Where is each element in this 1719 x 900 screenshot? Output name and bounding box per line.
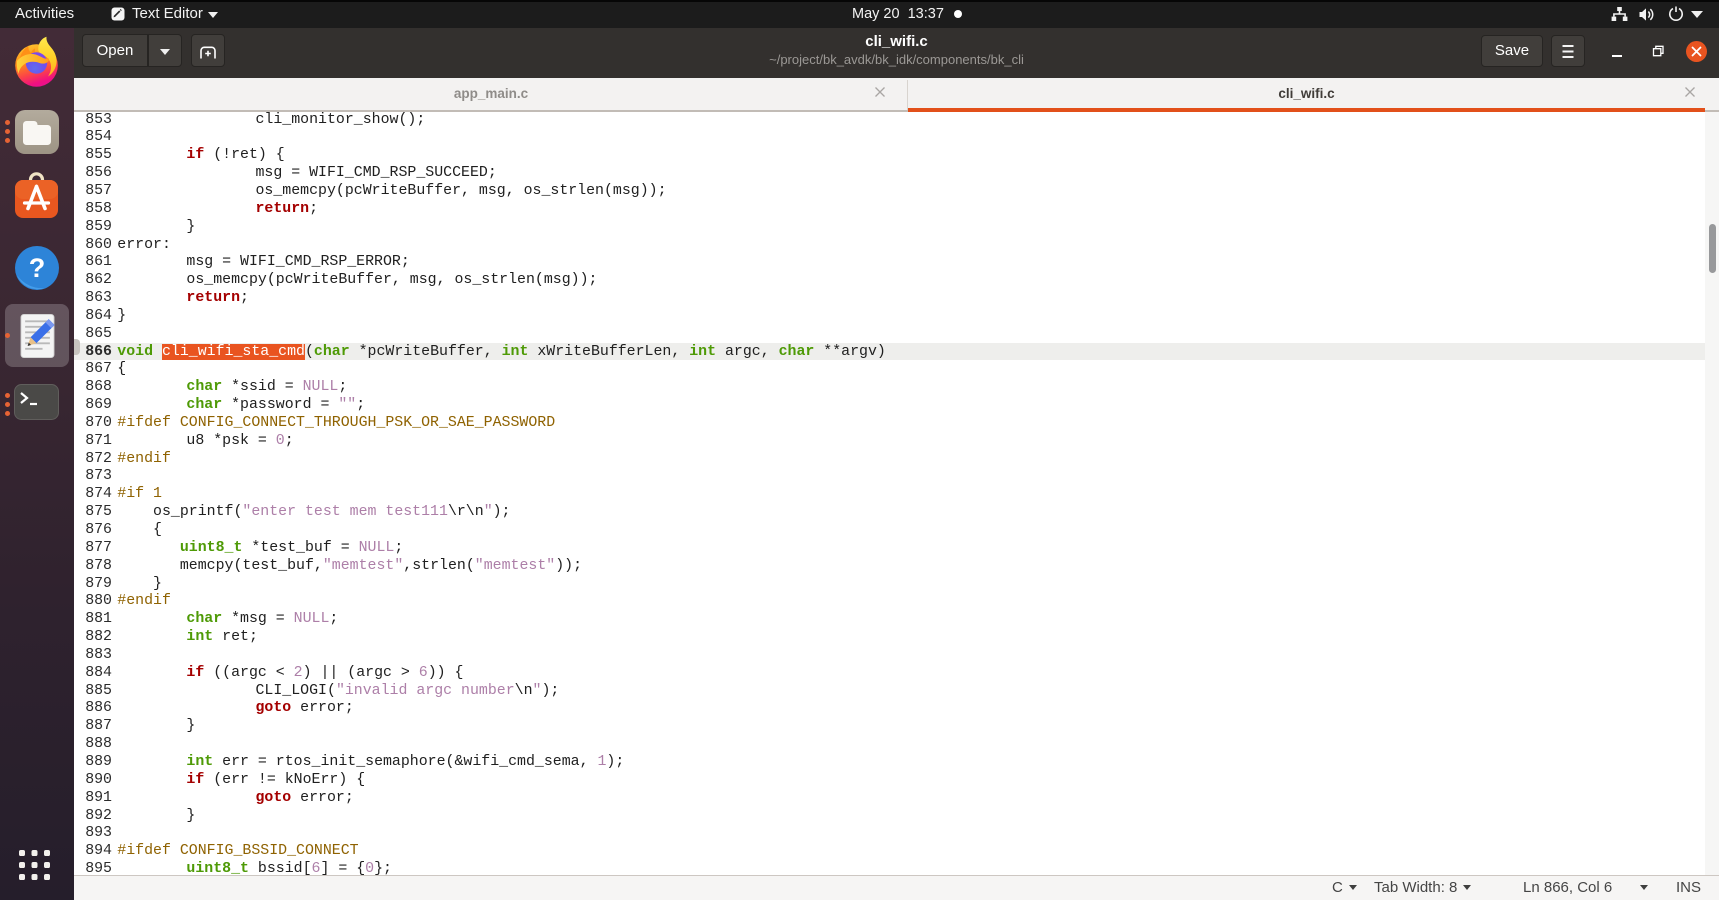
svg-text:?: ? <box>29 253 46 283</box>
